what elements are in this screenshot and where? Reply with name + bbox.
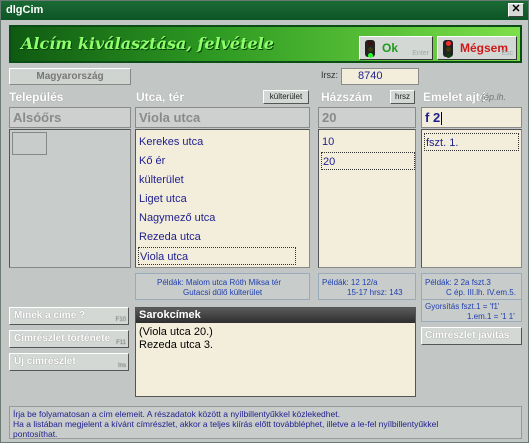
settlement-list[interactable] bbox=[9, 129, 131, 268]
list-item[interactable]: 20 bbox=[321, 152, 415, 170]
house-hint-line1: Példák: 12 12/a bbox=[322, 278, 378, 287]
text-cursor bbox=[441, 112, 443, 126]
ok-button[interactable]: Ok Enter bbox=[359, 36, 433, 60]
fix-address-button[interactable]: Címrészlet javítás bbox=[421, 327, 522, 345]
traffic-light-icon bbox=[443, 40, 453, 58]
country-button[interactable]: Magyarország bbox=[9, 68, 131, 85]
list-item[interactable]: Viola utca bbox=[138, 247, 296, 265]
corner-addresses-title: Sarokcímek bbox=[136, 308, 415, 323]
whose-address-button[interactable]: Minek a címe ? F10 bbox=[9, 307, 129, 325]
address-history-button[interactable]: Címrészlet története F11 bbox=[9, 330, 129, 348]
list-item[interactable]: külterület bbox=[138, 171, 296, 189]
list-item[interactable]: Nagymező utca bbox=[138, 209, 296, 227]
shortcut-hint-line1: Gyorsítás fszt.1 = 'f1' bbox=[425, 302, 500, 311]
floor-hint-box: Példák: 2 2a fszt.3 C ép. III.lh. IV.em.… bbox=[421, 273, 522, 300]
floor-door-input[interactable]: f 2 bbox=[421, 107, 522, 128]
outskirts-button[interactable]: külterület bbox=[263, 90, 309, 104]
zip-label: Irsz: bbox=[321, 70, 338, 80]
list-item[interactable]: fszt. 1. bbox=[424, 133, 519, 151]
house-number-header: Házszám bbox=[321, 90, 373, 104]
floor-door-list[interactable]: fszt. 1. bbox=[421, 129, 522, 268]
info-line1: Írja be folyamatosan a cím elemeit. A ré… bbox=[13, 409, 340, 419]
street-hint-line2: Gutacsi dűlő külterület bbox=[183, 288, 263, 297]
street-input[interactable]: Viola utca bbox=[135, 107, 310, 128]
floor-hint-line2: C ép. III.lh. IV.em.5. bbox=[446, 288, 516, 297]
settlement-header: Település bbox=[9, 90, 64, 104]
title-bar: dlgCim ✕ bbox=[1, 1, 528, 20]
list-item[interactable]: Kő ér bbox=[138, 152, 296, 170]
ok-label: Ok bbox=[382, 41, 399, 55]
list-item[interactable]: Kerekes utca bbox=[138, 133, 296, 151]
corner-address-item[interactable]: (Viola utca 20.) bbox=[139, 326, 213, 339]
whose-address-label: Minek a címe ? bbox=[14, 310, 86, 321]
street-list[interactable]: Kerekes utca Kő ér külterület Liget utca Nag… bbox=[135, 129, 310, 268]
house-number-input[interactable]: 20 bbox=[318, 107, 416, 128]
floor-door-header: Emelet ajtó bbox=[423, 90, 488, 104]
street-header: Utca, tér bbox=[136, 90, 185, 104]
floor-hint-line1: Példák: 2 2a fszt.3 bbox=[425, 278, 491, 287]
floor-header-hint: (ép.lh. bbox=[481, 92, 507, 102]
settlement-input[interactable]: Alsóőrs bbox=[9, 107, 131, 128]
list-item[interactable]: 10 bbox=[321, 133, 415, 151]
settlement-list-item[interactable] bbox=[12, 132, 47, 155]
new-address-label: Új címrészlet bbox=[14, 356, 76, 367]
new-address-button[interactable]: Új címrészlet Ins bbox=[9, 353, 129, 371]
address-dialog: dlgCim ✕ Alcím kiválasztása, felvétele O… bbox=[0, 0, 529, 443]
list-item[interactable]: Rezeda utca bbox=[138, 228, 296, 246]
header-title: Alcím kiválasztása, felvétele bbox=[21, 34, 274, 53]
street-hint-line1: Példák: Malom utca Róth Miksa tér bbox=[157, 278, 282, 287]
street-hint-box: Példák: Malom utca Róth Miksa tér Gutacs… bbox=[135, 273, 310, 300]
address-history-label: Címrészlet története bbox=[14, 333, 111, 344]
address-history-key: F11 bbox=[116, 340, 126, 346]
shortcut-hint-line2: 1.em.1 = '1 1' bbox=[467, 312, 515, 321]
close-button[interactable]: ✕ bbox=[508, 3, 524, 17]
whose-address-key: F10 bbox=[115, 317, 126, 323]
dialog-header: Alcím kiválasztása, felvétele Ok Enter M… bbox=[9, 25, 522, 63]
house-hint-line2: 15-17 hrsz: 143 bbox=[347, 288, 403, 297]
shortcut-hint-box: Gyorsítás fszt.1 = 'f1' 1.em.1 = '1 1' bbox=[421, 299, 522, 322]
window-title: dlgCim bbox=[6, 4, 44, 16]
info-line3: pontosíthat. bbox=[13, 429, 58, 439]
house-hint-box: Példák: 12 12/a 15-17 hrsz: 143 bbox=[318, 273, 416, 300]
new-address-key: Ins bbox=[117, 363, 126, 369]
traffic-light-icon bbox=[365, 40, 375, 58]
corner-address-item[interactable]: Rezeda utca 3. bbox=[139, 339, 213, 352]
ok-key-hint: Enter bbox=[412, 50, 429, 57]
corner-addresses-panel: Sarokcímek (Viola utca 20.) Rezeda utca … bbox=[135, 307, 416, 397]
cancel-key-hint: Esc bbox=[501, 50, 513, 57]
cancel-button[interactable]: Mégsem Esc bbox=[437, 36, 517, 60]
house-number-list[interactable]: 10 20 bbox=[318, 129, 416, 268]
lot-number-button[interactable]: hrsz bbox=[390, 90, 415, 104]
list-item[interactable]: Liget utca bbox=[138, 190, 296, 208]
zip-field[interactable]: 8740 bbox=[341, 68, 419, 85]
info-line2: Ha a listában megjelent a kívánt címrész… bbox=[13, 419, 439, 429]
floor-door-value: f 2 bbox=[425, 110, 441, 125]
info-panel: Írja be folyamatosan a cím elemeit. A ré… bbox=[9, 406, 522, 439]
